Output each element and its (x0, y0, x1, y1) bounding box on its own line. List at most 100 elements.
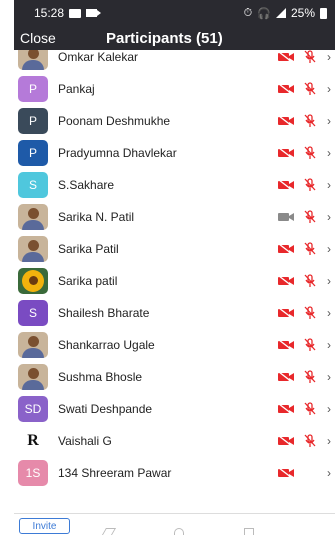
page-title: Participants (51) (106, 29, 223, 47)
video-off-icon (278, 51, 294, 63)
participant-row[interactable]: Sarika patil › (14, 265, 335, 297)
participant-name: Shailesh Bharate (58, 306, 150, 320)
participant-name: S.Sakhare (58, 178, 115, 192)
participant-row[interactable]: R Vaishali G › (14, 425, 335, 457)
mic-muted-icon (304, 338, 316, 351)
video-off-icon (278, 275, 294, 287)
participant-name: Vaishali G (58, 434, 112, 448)
phone-screen: 15:28 ⏱ 🎧 25% Close Participants (51) Om… (14, 0, 335, 535)
participant-row[interactable]: SD Swati Deshpande › (14, 393, 335, 425)
video-off-icon (278, 371, 294, 383)
participant-name: Swati Deshpande (58, 402, 153, 416)
signal-icon (275, 8, 286, 18)
notification-icon (69, 8, 82, 18)
avatar-photo (18, 50, 48, 70)
avatar-initials: S (18, 172, 48, 198)
video-off-icon (278, 147, 294, 159)
avatar-photo (18, 204, 48, 230)
status-bar: 15:28 ⏱ 🎧 25% (14, 0, 335, 26)
android-nav-bar (14, 528, 335, 535)
battery-icon (320, 7, 327, 19)
participant-name: 134 Shreeram Pawar (58, 466, 172, 480)
chevron-right-icon[interactable]: › (327, 338, 331, 352)
avatar-initials: R (18, 428, 48, 454)
participant-row[interactable]: S Shailesh Bharate › (14, 297, 335, 329)
video-off-icon (278, 403, 294, 415)
avatar-initials: SD (18, 396, 48, 422)
mic-muted-icon (304, 50, 316, 63)
participant-row[interactable]: Sushma Bhosle › (14, 361, 335, 393)
home-icon[interactable] (174, 528, 184, 535)
chevron-right-icon[interactable]: › (327, 210, 331, 224)
chevron-right-icon[interactable]: › (327, 370, 331, 384)
participant-row[interactable]: P Poonam Deshmukhe › (14, 105, 335, 137)
battery-level: 25% (290, 6, 315, 20)
participant-row[interactable]: Omkar Kalekar › (14, 50, 335, 73)
participant-name: Sarika Patil (58, 242, 119, 256)
avatar-photo (18, 236, 48, 262)
avatar-photo (18, 364, 48, 390)
chevron-right-icon[interactable]: › (327, 114, 331, 128)
participant-row[interactable]: Shankarrao Ugale › (14, 329, 335, 361)
video-off-icon (278, 307, 294, 319)
chevron-right-icon[interactable]: › (327, 178, 331, 192)
participant-name: Poonam Deshmukhe (58, 114, 171, 128)
recents-icon[interactable] (244, 528, 254, 535)
mic-muted-icon (304, 434, 316, 447)
mic-muted-icon (304, 82, 316, 95)
chevron-right-icon[interactable]: › (327, 242, 331, 256)
avatar-initials: S (18, 300, 48, 326)
participant-row[interactable]: Sarika Patil › (14, 233, 335, 265)
video-off-icon (278, 435, 294, 447)
participant-row[interactable]: Sarika N. Patil › (14, 201, 335, 233)
participant-name: Pankaj (58, 82, 95, 96)
chevron-right-icon[interactable]: › (327, 306, 331, 320)
mic-muted-icon (304, 306, 316, 319)
video-on-icon (278, 213, 294, 221)
participant-row[interactable]: P Pankaj › (14, 73, 335, 105)
chevron-right-icon[interactable]: › (327, 434, 331, 448)
mic-muted-icon (304, 274, 316, 287)
back-icon[interactable] (101, 528, 117, 535)
avatar-initials: P (18, 108, 48, 134)
video-off-icon (278, 467, 294, 479)
chevron-right-icon[interactable]: › (327, 146, 331, 160)
participant-row[interactable]: P Pradyumna Dhavlekar › (14, 137, 335, 169)
mic-muted-icon (304, 146, 316, 159)
participant-name: Shankarrao Ugale (58, 338, 155, 352)
avatar-photo (18, 268, 48, 294)
participant-name: Sushma Bhosle (58, 370, 143, 384)
participant-row[interactable]: S S.Sakhare › (14, 169, 335, 201)
chevron-right-icon[interactable]: › (327, 402, 331, 416)
headset-icon: 🎧 (257, 7, 271, 20)
mic-muted-icon (304, 210, 316, 223)
chevron-right-icon[interactable]: › (327, 274, 331, 288)
avatar-initials: 1S (18, 460, 48, 486)
mic-muted-icon (304, 178, 316, 191)
chevron-right-icon[interactable]: › (327, 50, 331, 64)
close-button[interactable]: Close (20, 30, 56, 46)
avatar-initials: P (18, 140, 48, 166)
mic-muted-icon (304, 370, 316, 383)
participant-row[interactable]: 1S 134 Shreeram Pawar › (14, 457, 335, 489)
video-off-icon (278, 83, 294, 95)
video-off-icon (278, 339, 294, 351)
participant-name: Sarika patil (58, 274, 118, 288)
video-off-icon (278, 243, 294, 255)
camera-notification-icon (86, 9, 102, 17)
video-off-icon (278, 179, 294, 191)
chevron-right-icon[interactable]: › (327, 466, 331, 480)
video-off-icon (278, 115, 294, 127)
participants-header: Close Participants (51) (14, 26, 335, 50)
chevron-right-icon[interactable]: › (327, 82, 331, 96)
mic-muted-icon (304, 402, 316, 415)
avatar-photo (18, 332, 48, 358)
participant-name: Omkar Kalekar (58, 50, 139, 64)
participant-name: Pradyumna Dhavlekar (58, 146, 177, 160)
mic-muted-icon (304, 114, 316, 127)
avatar-initials: P (18, 76, 48, 102)
clock: 15:28 (34, 6, 65, 20)
participant-list[interactable]: Omkar Kalekar › P Pankaj › P Poonam Deshmukhe ›… (14, 50, 335, 513)
participant-name: Sarika N. Patil (58, 210, 135, 224)
mic-muted-icon (304, 242, 316, 255)
